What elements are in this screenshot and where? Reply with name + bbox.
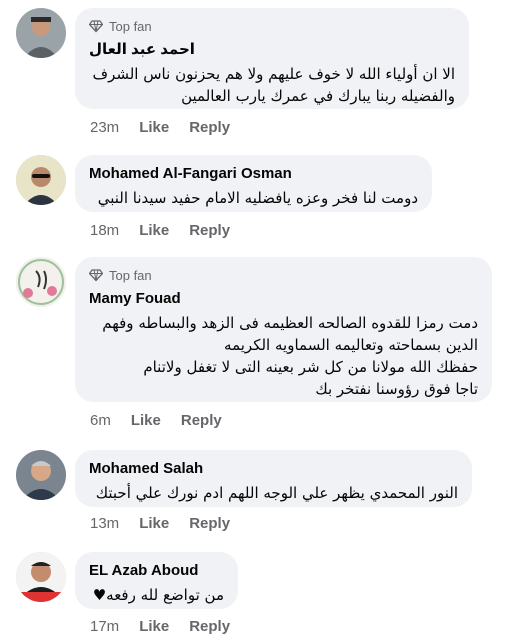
diamond-icon <box>89 269 103 282</box>
comment-text-line: دمت رمزا للقدوه الصالحه العظيمه فى الزهد… <box>102 314 478 332</box>
like-button[interactable]: Like <box>139 618 169 635</box>
commenter-name[interactable]: EL Azab Aboud <box>89 561 224 580</box>
comment-time[interactable]: 18m <box>90 222 119 239</box>
comment-text-line: الدين بسماحته وتعاليمه السماويه الكريمه <box>224 336 478 354</box>
reply-button[interactable]: Reply <box>181 412 222 429</box>
comment-text-line: تاجا فوق رؤوسنا نفتخر بك <box>315 380 478 398</box>
avatar[interactable] <box>16 450 66 500</box>
comment-time[interactable]: 6m <box>90 412 111 429</box>
avatar[interactable] <box>16 552 66 602</box>
like-button[interactable]: Like <box>139 515 169 532</box>
comment-actions: 23m Like Reply <box>90 117 250 137</box>
commenter-name[interactable]: احمد عبد العال <box>89 40 455 59</box>
comment-text-body: من تواضع لله رفعه <box>106 586 224 604</box>
comment-bubble: Top fan احمد عبد العال الا ان أولياء الل… <box>75 8 469 109</box>
reply-button[interactable]: Reply <box>189 222 230 239</box>
like-button[interactable]: Like <box>139 222 169 239</box>
commenter-name[interactable]: Mohamed Al-Fangari Osman <box>89 164 418 183</box>
reply-button[interactable]: Reply <box>189 119 230 136</box>
comment-bubble: Mohamed Al-Fangari Osman دومت لنا فخر وع… <box>75 155 432 212</box>
like-button[interactable]: Like <box>131 412 161 429</box>
comment-text: دمت رمزا للقدوه الصالحه العظيمه فى الزهد… <box>89 312 478 400</box>
diamond-icon <box>89 20 103 33</box>
heart-icon: ♥ <box>92 586 107 604</box>
reply-button[interactable]: Reply <box>189 515 230 532</box>
comment-text: دومت لنا فخر وعزه يافضليه الامام حفيد سي… <box>97 189 418 207</box>
comment-text: من تواضع لله رفعه♥ <box>89 584 224 606</box>
comment-time[interactable]: 17m <box>90 618 119 635</box>
avatar[interactable] <box>16 8 66 58</box>
comment-time[interactable]: 23m <box>90 119 119 136</box>
avatar[interactable] <box>16 155 66 205</box>
comment-actions: 18m Like Reply <box>90 220 250 240</box>
comment-bubble: Top fan Mamy Fouad دمت رمزا للقدوه الصال… <box>75 257 492 402</box>
comment-actions: 13m Like Reply <box>90 513 250 533</box>
comment-actions: 17m Like Reply <box>90 616 250 636</box>
top-fan-badge: Top fan <box>89 18 455 34</box>
avatar[interactable] <box>16 257 66 307</box>
commenter-name[interactable]: Mamy Fouad <box>89 289 478 308</box>
comment-bubble: Mohamed Salah النور المحمدي يظهر علي الو… <box>75 450 472 507</box>
comment-time[interactable]: 13m <box>90 515 119 532</box>
top-fan-label: Top fan <box>109 267 152 283</box>
commenter-name[interactable]: Mohamed Salah <box>89 459 458 478</box>
like-button[interactable]: Like <box>139 119 169 136</box>
top-fan-badge: Top fan <box>89 267 478 283</box>
comment-bubble: EL Azab Aboud من تواضع لله رفعه♥ <box>75 552 238 609</box>
comment-text: النور المحمدي يظهر علي الوجه اللهم ادم ن… <box>95 484 458 502</box>
comment-text-line: حفظك الله مولانا من كل شر بعينه التى لا … <box>143 358 478 376</box>
comment-actions: 6m Like Reply <box>90 410 242 430</box>
top-fan-label: Top fan <box>109 18 152 34</box>
reply-button[interactable]: Reply <box>189 618 230 635</box>
comment-text: الا ان أولياء الله لا خوف عليهم ولا هم ي… <box>92 65 455 105</box>
